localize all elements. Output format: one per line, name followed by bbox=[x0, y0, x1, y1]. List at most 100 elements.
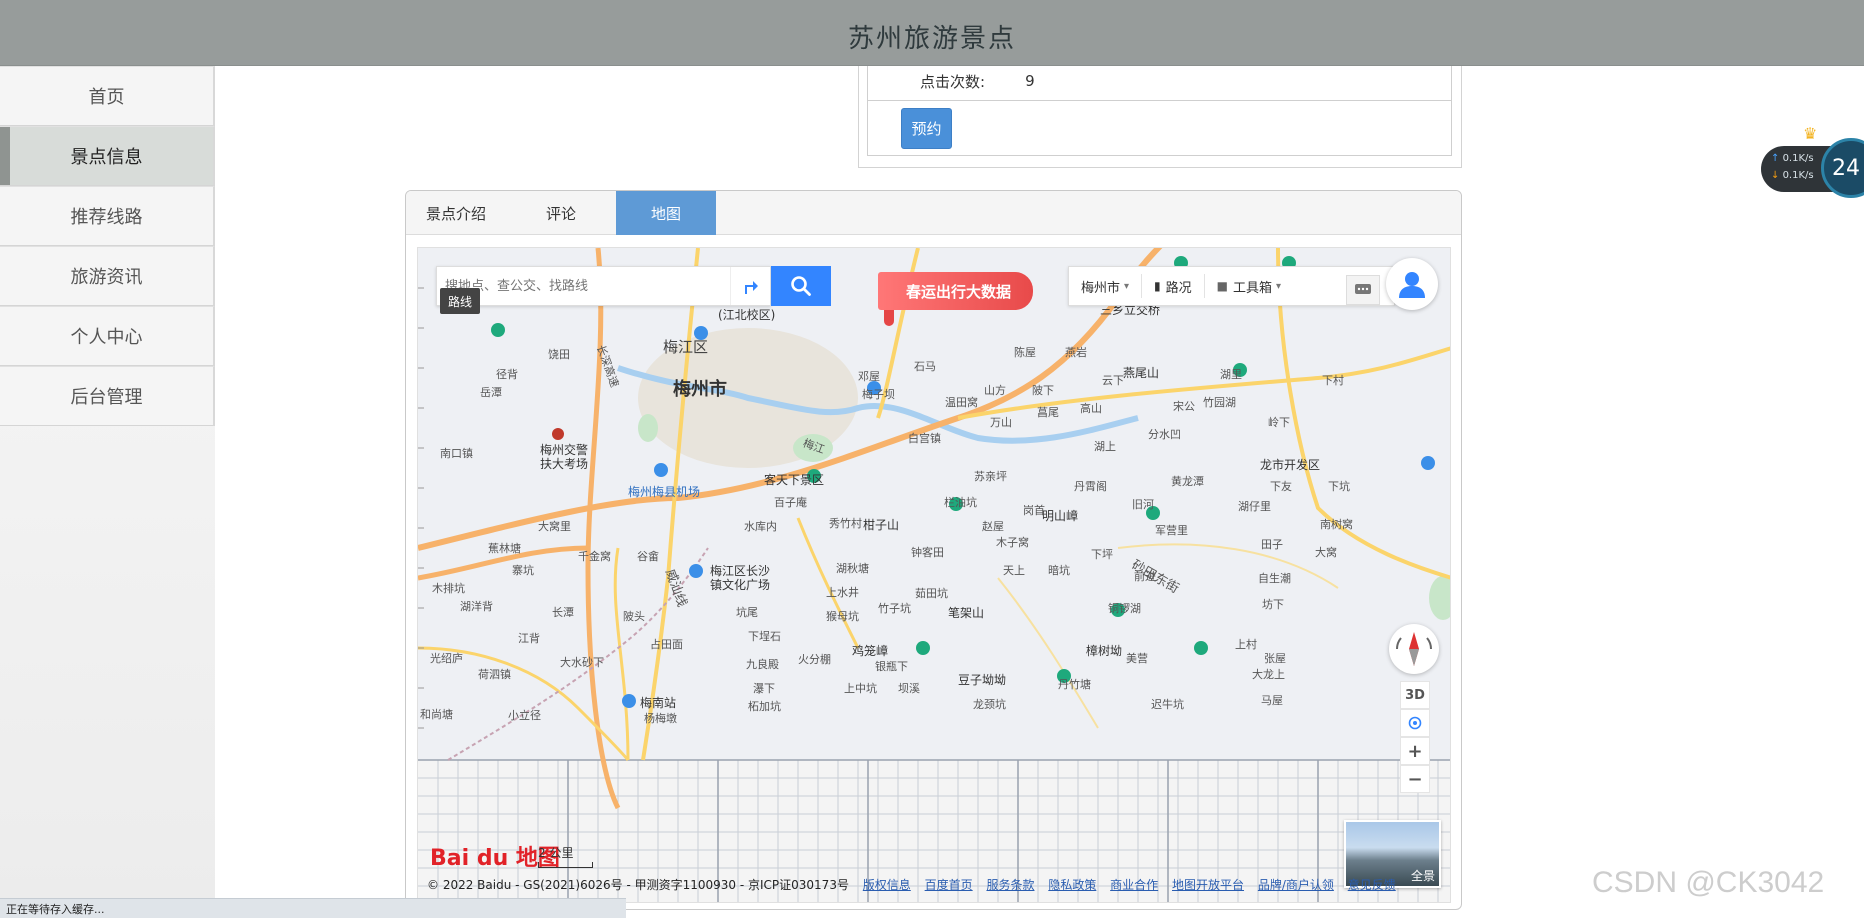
map-label-village: 赵屋 bbox=[982, 520, 1004, 533]
map-label-village: 燕岩 bbox=[1065, 346, 1087, 359]
map-label-city: 梅州市 bbox=[673, 379, 727, 400]
reserve-button[interactable]: 预约 bbox=[901, 108, 952, 149]
map-search-box bbox=[436, 266, 771, 306]
map-label-village: 下埕石 bbox=[748, 630, 781, 643]
link-privacy[interactable]: 隐私政策 bbox=[1048, 878, 1096, 892]
map-label-village: 湖洋背 bbox=[460, 600, 493, 613]
map-label-village: 天上 bbox=[1003, 564, 1025, 577]
map-label-village: 邓屋 bbox=[858, 370, 880, 383]
map-label-bijia: 笔架山 bbox=[948, 606, 985, 620]
arrow-down-icon: ↓ bbox=[1771, 170, 1783, 181]
map-label-village: 前进 bbox=[1134, 570, 1156, 583]
map-label-village: 万山 bbox=[990, 416, 1012, 429]
locate-button[interactable] bbox=[1400, 709, 1430, 737]
map-label-village: 云下 bbox=[1102, 374, 1124, 387]
map-label-village: 陂头 bbox=[623, 610, 645, 623]
copyright-text: © 2022 Baidu - GS(2021)6026号 - 甲测资字11009… bbox=[427, 878, 849, 892]
map-label-village: 梅子坝 bbox=[862, 388, 895, 401]
zoom-out-button[interactable]: − bbox=[1400, 765, 1430, 793]
map-label-village: 下村 bbox=[1322, 374, 1344, 387]
link-baidu-home[interactable]: 百度首页 bbox=[925, 878, 973, 892]
map-label-kejia: 客天下景区 bbox=[764, 473, 825, 487]
crown-icon: ♛ bbox=[1803, 124, 1818, 143]
map-label-village: 温田窝 bbox=[945, 396, 978, 409]
map-label-village: 湖秋塘 bbox=[836, 562, 869, 575]
message-button[interactable] bbox=[1346, 275, 1380, 305]
tab-map[interactable]: 地图 bbox=[616, 191, 716, 235]
sidebar-item-home[interactable]: 首页 bbox=[0, 66, 215, 126]
toolbox-menu[interactable]: ■ 工具箱 ▾ bbox=[1205, 274, 1293, 298]
map-label-village: 黄龙潭 bbox=[1171, 475, 1204, 488]
link-copyright-info[interactable]: 版权信息 bbox=[863, 878, 911, 892]
sidebar-item-admin[interactable]: 后台管理 bbox=[0, 366, 215, 426]
map-label-village: 石马 bbox=[914, 360, 936, 373]
attraction-info-inner: 点击次数: 9 预约 bbox=[867, 66, 1452, 156]
map-label-village: 迟牛坑 bbox=[1151, 698, 1184, 711]
map-label-village: 白宫镇 bbox=[908, 432, 941, 445]
map-label-village: 田子 bbox=[1261, 538, 1283, 551]
map-label-airport: 梅州梅县机场 bbox=[628, 485, 701, 499]
map-label-village: 柘加坑 bbox=[748, 700, 781, 713]
link-feedback[interactable]: 意见反馈 bbox=[1348, 878, 1396, 892]
tab-intro[interactable]: 景点介绍 bbox=[406, 191, 506, 235]
map-label-village: 上中坑 bbox=[844, 682, 877, 695]
click-count-row: 点击次数: 9 bbox=[920, 66, 1035, 96]
map-scale-bar bbox=[538, 862, 593, 868]
map-label-village: 火分棚 bbox=[798, 653, 831, 666]
link-business[interactable]: 商业合作 bbox=[1110, 878, 1158, 892]
map-label-village: 丹竹塘 bbox=[1058, 678, 1091, 691]
map-label-village: 大龙上 bbox=[1252, 668, 1285, 681]
map-label-jiangbei: (江北校区) bbox=[718, 308, 776, 322]
map-label-village: 大窝里 bbox=[538, 520, 571, 533]
sidebar-item-routes[interactable]: 推荐线路 bbox=[0, 186, 215, 246]
search-icon bbox=[791, 276, 811, 296]
map-search-input[interactable] bbox=[445, 267, 725, 305]
link-brand-claim[interactable]: 品牌/商户认领 bbox=[1258, 878, 1334, 892]
map-label-longshi: 龙市开发区 bbox=[1260, 458, 1321, 472]
map-label-village: 竹园湖 bbox=[1203, 396, 1236, 409]
sidebar-item-attractions[interactable]: 景点信息 bbox=[0, 126, 215, 186]
csdn-watermark: CSDN @CK3042 bbox=[1592, 866, 1825, 899]
map-label-village: 军营里 bbox=[1155, 524, 1188, 537]
click-count-label: 点击次数: bbox=[920, 72, 986, 91]
sidebar-item-profile[interactable]: 个人中心 bbox=[0, 306, 215, 366]
map-label-village: 木子窝 bbox=[996, 536, 1029, 549]
map-label-village: 下坑 bbox=[1328, 480, 1350, 493]
link-open-platform[interactable]: 地图开放平台 bbox=[1172, 878, 1244, 892]
baidu-map[interactable]: 梅州市 梅江区 梅州梅县机场 客天下景区 柑子山 明山嶂 笔架山 鸡笼嶂 豆子坳… bbox=[417, 247, 1451, 903]
map-copyright: © 2022 Baidu - GS(2021)6026号 - 甲测资字11009… bbox=[427, 876, 1450, 893]
map-label-village: 银瓶下 bbox=[875, 660, 908, 673]
3d-toggle-button[interactable]: 3D bbox=[1400, 681, 1430, 709]
spring-festival-promo[interactable]: 春运出行大数据 bbox=[878, 272, 1034, 310]
network-speed-widget[interactable]: ↑ 0.1K/s ↓ 0.1K/s 24 ♛ bbox=[1761, 124, 1864, 198]
user-avatar-button[interactable] bbox=[1386, 258, 1438, 310]
map-label-village: 坊下 bbox=[1262, 598, 1284, 611]
chevron-down-icon: ▾ bbox=[1124, 280, 1130, 292]
map-label-nankou: 南口镇 bbox=[440, 447, 473, 460]
map-label-village: 猴母坑 bbox=[826, 610, 859, 623]
map-label-village: 谷畲 bbox=[637, 550, 659, 563]
map-label-village: 水库内 bbox=[744, 520, 777, 533]
sidebar-item-news[interactable]: 旅游资讯 bbox=[0, 246, 215, 306]
map-label-village: 坑尾 bbox=[736, 606, 758, 619]
city-selector[interactable]: 梅州市 ▾ bbox=[1069, 274, 1143, 298]
map-label-village: 湖仔里 bbox=[1238, 500, 1271, 513]
zoom-in-button[interactable]: + bbox=[1400, 737, 1430, 765]
map-label-village: 山方 bbox=[984, 384, 1006, 397]
click-count-value: 9 bbox=[1025, 72, 1035, 90]
page-title: 苏州旅游景点 bbox=[847, 24, 1016, 54]
map-label-village: 大窝 bbox=[1315, 546, 1337, 559]
map-label-jiaojing: 梅州交警扶大考场 bbox=[540, 443, 589, 471]
tab-comments[interactable]: 评论 bbox=[506, 191, 616, 235]
map-label-village: 陈屋 bbox=[1014, 346, 1036, 359]
map-label-village: 马屋 bbox=[1261, 694, 1283, 707]
map-label-village: 光绍庐 bbox=[430, 652, 463, 665]
directions-icon[interactable] bbox=[730, 267, 770, 305]
traffic-toggle[interactable]: ▮ 路况 bbox=[1142, 274, 1205, 298]
map-label-village: 江背 bbox=[518, 632, 540, 645]
compass-control[interactable] bbox=[1389, 624, 1439, 674]
link-terms[interactable]: 服务条款 bbox=[986, 878, 1034, 892]
app-header: 苏州旅游景点 bbox=[0, 0, 1864, 66]
map-label-village: 暗坑 bbox=[1048, 564, 1070, 577]
map-search-button[interactable] bbox=[771, 266, 831, 306]
